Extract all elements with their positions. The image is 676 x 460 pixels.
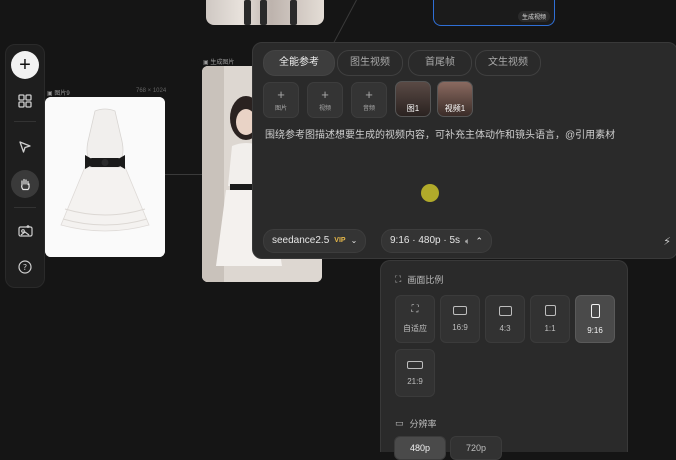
- ratio-section-title: ⛶ 画面比例: [395, 274, 444, 285]
- chevron-up-icon: ⌃: [475, 236, 483, 246]
- model-selector[interactable]: seedance2.5 VIP ⌄: [263, 229, 367, 253]
- model-name: seedance2.5: [272, 235, 330, 246]
- top-image-node[interactable]: [206, 0, 324, 25]
- resolution-option-720p[interactable]: 720p: [450, 436, 502, 460]
- tab-all-reference[interactable]: 全能参考: [263, 50, 335, 76]
- dress-image: [45, 97, 165, 257]
- ratio-shape-icon: [544, 305, 556, 316]
- ratio-option-21-9[interactable]: 21:9: [395, 349, 435, 397]
- tab-first-last-frame[interactable]: 首尾帧: [408, 50, 472, 76]
- resolution-icon: ▭: [395, 418, 404, 428]
- ratio-shape-icon: [453, 306, 467, 315]
- ratio-option-1-1[interactable]: 1:1: [530, 295, 570, 343]
- ratio-option-16-9[interactable]: 16:9: [440, 295, 480, 343]
- ratio-shape-icon: [498, 305, 512, 316]
- toolbar-divider: [14, 121, 36, 122]
- grid-icon[interactable]: [15, 91, 35, 111]
- ratio-option-adaptive[interactable]: ⛶ 自适应: [395, 295, 435, 343]
- left-toolbar: + ?: [5, 44, 45, 288]
- upload-image-button[interactable]: + 图片: [263, 82, 299, 118]
- lightning-icon[interactable]: ⚡︎: [663, 235, 671, 248]
- vip-badge: VIP: [334, 237, 346, 244]
- ratio-shape-icon: [407, 360, 423, 369]
- resolution-option-480p[interactable]: 480p: [394, 436, 446, 460]
- plus-icon: +: [277, 87, 285, 102]
- settings-summary: 9:16 · 480p · 5s: [390, 235, 461, 246]
- reference-image-thumb[interactable]: 图1: [395, 81, 431, 117]
- node-connector: [165, 174, 202, 175]
- plus-icon[interactable]: +: [11, 51, 39, 79]
- upload-video-button[interactable]: + 视频: [307, 82, 343, 118]
- speaker-muted-icon: 🔈︎: [465, 236, 471, 246]
- cursor-icon[interactable]: [15, 137, 35, 157]
- tab-text-to-video[interactable]: 文生视频: [475, 50, 541, 76]
- video-settings-dropdown: ⛶ 画面比例 ⛶ 自适应 16:9 4:3 1:1 9:16 21:9 ▭ 分辨…: [380, 260, 628, 452]
- adaptive-icon: ⛶: [411, 304, 419, 315]
- prompt-input[interactable]: 围绕参考图描述想要生成的视频内容，可补充主体动作和镜头语言，@引用素材: [265, 126, 615, 141]
- svg-text:?: ?: [23, 263, 27, 272]
- cursor-indicator: [421, 184, 439, 202]
- generation-panel: 全能参考 图生视频 首尾帧 文生视频 + 图片 + 视频 + 音频 图1 视频1…: [252, 42, 676, 259]
- resolution-section-title: ▭ 分辨率: [395, 418, 437, 429]
- gen-node-title: ▣ 生成图片: [203, 60, 235, 66]
- tab-image-to-video[interactable]: 图生视频: [337, 50, 403, 76]
- video-node-tag: 生成视频: [517, 11, 550, 22]
- plus-icon: +: [365, 87, 373, 102]
- video-settings-button[interactable]: 9:16 · 480p · 5s 🔈︎ ⌃: [381, 229, 492, 253]
- top-video-node[interactable]: 生成视频: [433, 0, 555, 26]
- reference-image-node[interactable]: [45, 97, 165, 257]
- ratio-option-4-3[interactable]: 4:3: [485, 295, 525, 343]
- image-upload-icon[interactable]: [15, 221, 35, 241]
- ref-node-title: ▣ 图片9: [47, 91, 70, 97]
- hand-icon[interactable]: [11, 170, 39, 198]
- ratio-shape-icon: [590, 303, 600, 318]
- help-icon[interactable]: ?: [15, 257, 35, 277]
- upload-audio-button[interactable]: + 音频: [351, 82, 387, 118]
- toolbar-divider: [14, 207, 36, 208]
- chevron-down-icon: ⌄: [350, 236, 358, 245]
- ratio-option-9-16[interactable]: 9:16: [575, 295, 615, 343]
- reference-video-thumb[interactable]: 视频1: [437, 81, 473, 117]
- ref-node-dims: 768 × 1024: [136, 88, 167, 94]
- plus-icon: +: [321, 87, 329, 102]
- expand-icon: ⛶: [395, 274, 402, 284]
